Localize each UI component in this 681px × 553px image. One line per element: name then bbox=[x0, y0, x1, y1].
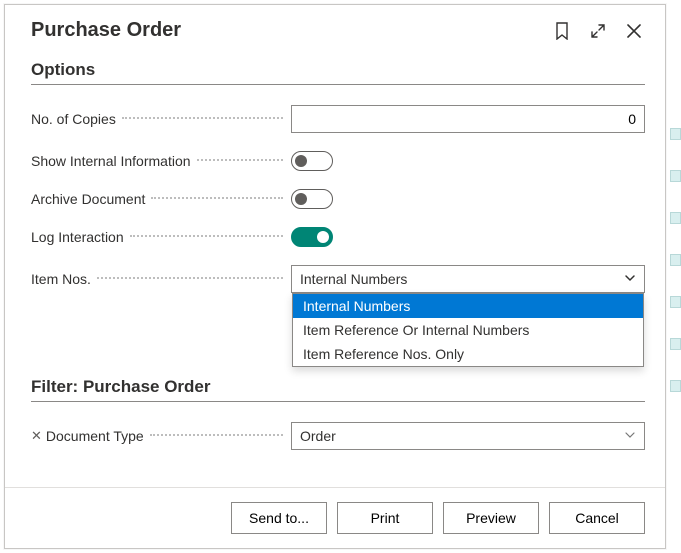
document-type-value: Order bbox=[300, 428, 624, 444]
row-no-of-copies: No. of Copies bbox=[31, 105, 645, 133]
item-nos-option[interactable]: Item Reference Nos. Only bbox=[293, 342, 643, 366]
item-nos-dropdown: Internal Numbers Item Reference Or Inter… bbox=[292, 293, 644, 367]
label-dots bbox=[197, 159, 283, 161]
options-divider bbox=[31, 84, 645, 85]
item-nos-option[interactable]: Internal Numbers bbox=[293, 294, 643, 318]
label-text: Archive Document bbox=[31, 191, 145, 207]
bookmark-icon[interactable] bbox=[553, 22, 571, 40]
header-icons bbox=[553, 22, 643, 40]
label-dots bbox=[130, 235, 283, 237]
label-dots bbox=[122, 117, 283, 119]
remove-filter-icon[interactable]: ✕ bbox=[31, 428, 42, 444]
cancel-button[interactable]: Cancel bbox=[549, 502, 645, 534]
filter-divider bbox=[31, 401, 645, 402]
label-show-internal: Show Internal Information bbox=[31, 153, 291, 169]
item-nos-select[interactable]: Internal Numbers Internal Numbers Item R… bbox=[291, 265, 645, 293]
close-icon[interactable] bbox=[625, 22, 643, 40]
send-to-button[interactable]: Send to... bbox=[231, 502, 327, 534]
options-section-title: Options bbox=[31, 60, 639, 80]
filter-section-title: Filter: Purchase Order bbox=[31, 377, 639, 397]
label-text: Item Nos. bbox=[31, 271, 91, 287]
row-document-type: ✕ Document Type Order bbox=[31, 422, 645, 450]
chevron-down-icon bbox=[624, 429, 636, 444]
expand-icon[interactable] bbox=[589, 22, 607, 40]
row-archive-document: Archive Document bbox=[31, 189, 645, 209]
print-button[interactable]: Print bbox=[337, 502, 433, 534]
label-document-type: ✕ Document Type bbox=[31, 428, 291, 444]
dialog-header: Purchase Order bbox=[5, 5, 665, 42]
label-text: Document Type bbox=[46, 428, 144, 444]
dialog-title: Purchase Order bbox=[31, 19, 553, 42]
preview-button[interactable]: Preview bbox=[443, 502, 539, 534]
row-item-nos: Item Nos. Internal Numbers Internal Numb… bbox=[31, 265, 645, 293]
label-log-interaction: Log Interaction bbox=[31, 229, 291, 245]
document-type-select[interactable]: Order bbox=[291, 422, 645, 450]
row-log-interaction: Log Interaction bbox=[31, 227, 645, 247]
label-text: No. of Copies bbox=[31, 111, 116, 127]
no-of-copies-input[interactable] bbox=[291, 105, 645, 133]
label-dots bbox=[151, 197, 283, 199]
label-dots bbox=[97, 277, 283, 279]
label-dots bbox=[150, 434, 283, 436]
row-show-internal: Show Internal Information bbox=[31, 151, 645, 171]
dialog-footer: Send to... Print Preview Cancel bbox=[5, 487, 665, 548]
item-nos-selected: Internal Numbers bbox=[300, 271, 624, 287]
label-item-nos: Item Nos. bbox=[31, 271, 291, 287]
chevron-down-icon bbox=[624, 272, 636, 287]
show-internal-toggle[interactable] bbox=[291, 151, 333, 171]
background-artifact bbox=[670, 128, 681, 422]
label-archive-document: Archive Document bbox=[31, 191, 291, 207]
item-nos-option[interactable]: Item Reference Or Internal Numbers bbox=[293, 318, 643, 342]
purchase-order-dialog: Purchase Order Options No. of Copies Sho… bbox=[4, 4, 666, 549]
log-interaction-toggle[interactable] bbox=[291, 227, 333, 247]
label-text: Log Interaction bbox=[31, 229, 124, 245]
archive-document-toggle[interactable] bbox=[291, 189, 333, 209]
label-text: Show Internal Information bbox=[31, 153, 191, 169]
label-no-of-copies: No. of Copies bbox=[31, 111, 291, 127]
